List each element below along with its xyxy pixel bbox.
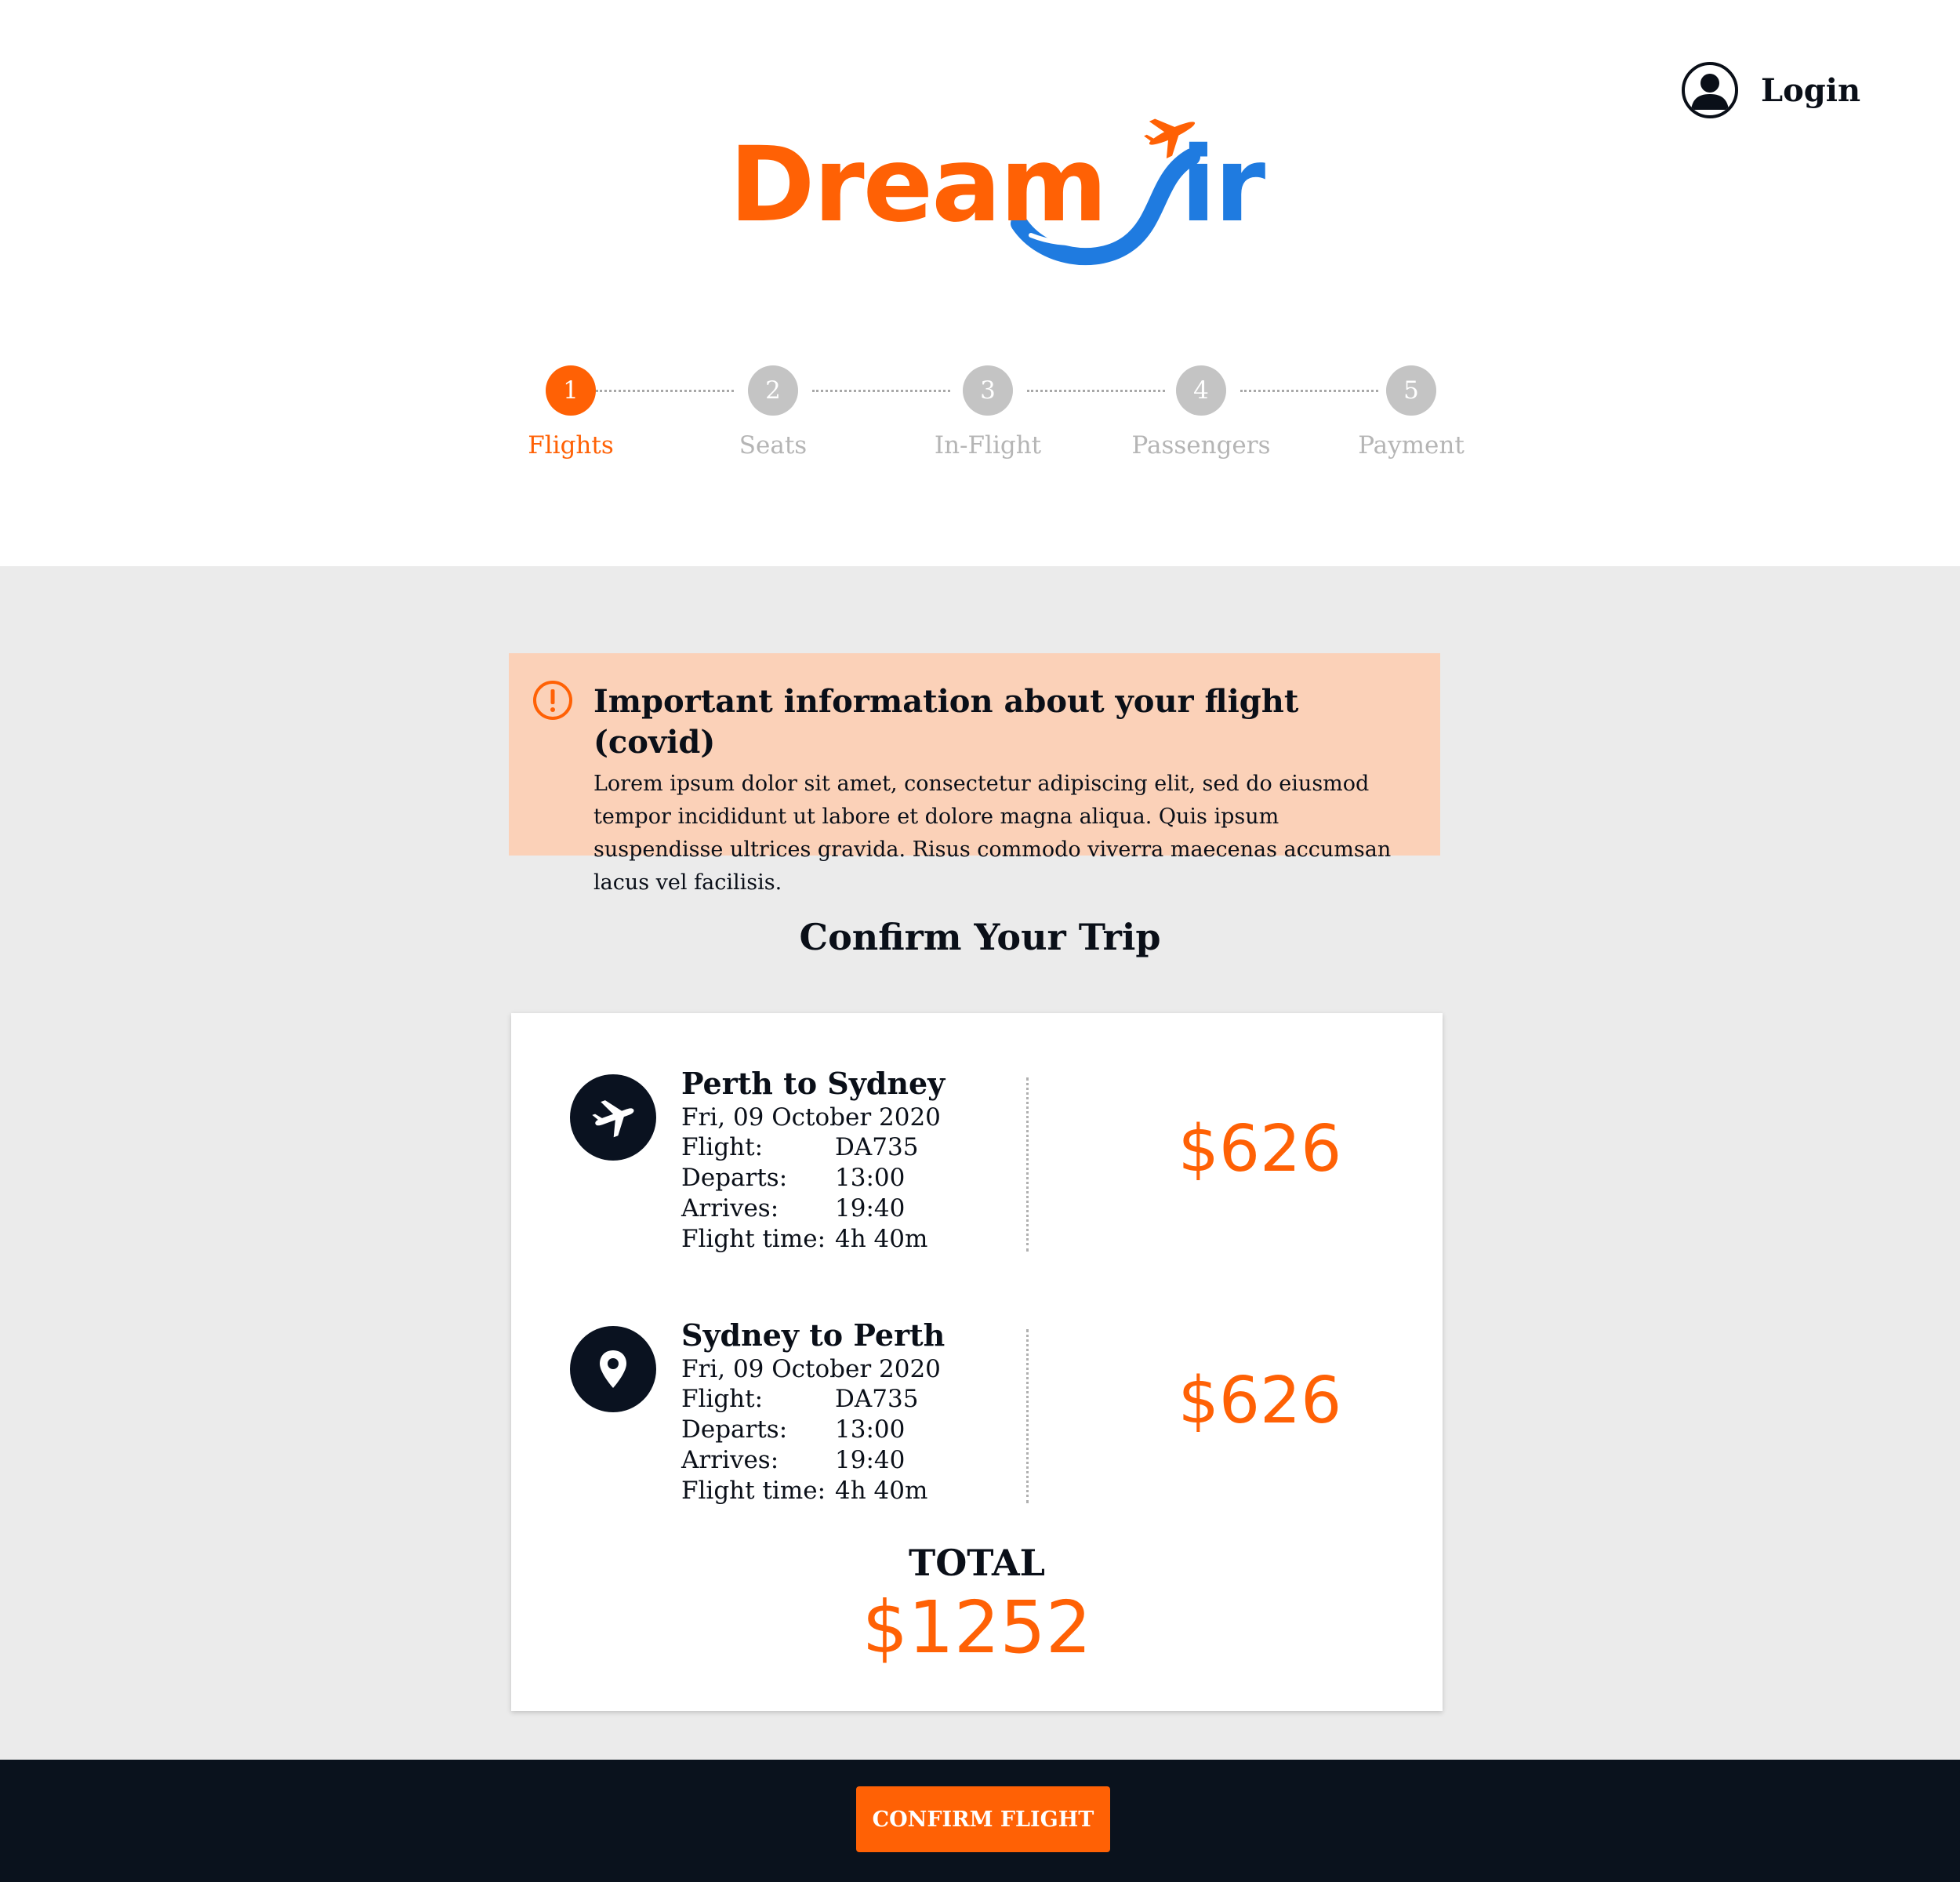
step-number: 4 — [1176, 365, 1226, 416]
confirm-flight-button[interactable]: CONFIRM FLIGHT — [856, 1786, 1110, 1852]
trip-summary-card: Perth to Sydney Fri, 09 October 2020 Fli… — [511, 1013, 1443, 1711]
footer-bar: CONFIRM FLIGHT — [0, 1760, 1960, 1882]
step-number: 2 — [748, 365, 798, 416]
trip-date: Fri, 09 October 2020 — [681, 1103, 941, 1132]
main-content: Important information about your flight … — [0, 566, 1960, 1760]
total-label: TOTAL — [908, 1542, 1046, 1584]
arrives-row: Arrives: 19:40 — [681, 1194, 906, 1223]
trip-divider — [1026, 1077, 1029, 1252]
trip-date: Fri, 09 October 2020 — [681, 1355, 941, 1383]
covid-alert: Important information about your flight … — [509, 653, 1440, 895]
step-in-flight[interactable]: 3 In-Flight — [902, 365, 1074, 460]
trip-return: Sydney to Perth Fri, 09 October 2020 Fli… — [511, 1317, 1443, 1505]
page-title: Confirm Your Trip — [799, 916, 1161, 958]
step-number: 5 — [1386, 365, 1436, 416]
step-label: Seats — [739, 431, 808, 460]
map-pin-icon — [570, 1326, 656, 1412]
user-avatar-icon — [1682, 62, 1738, 118]
login-label: Login — [1761, 71, 1861, 109]
logo-wordmark: Dream ir — [729, 125, 1265, 245]
departs-row: Departs: 13:00 — [681, 1164, 906, 1192]
step-label: Passengers — [1131, 431, 1271, 460]
trip-price: $626 — [1178, 1112, 1342, 1186]
step-number: 1 — [546, 365, 596, 416]
trip-details: Perth to Sydney Fri, 09 October 2020 Fli… — [681, 1065, 945, 1255]
step-seats[interactable]: 2 Seats — [687, 365, 859, 460]
flight-time-row: Flight time: 4h 40m — [681, 1225, 928, 1253]
flight-number-row: Flight: DA735 — [681, 1133, 919, 1161]
trip-details: Sydney to Perth Fri, 09 October 2020 Fli… — [681, 1317, 945, 1506]
alert-title: Important information about your flight … — [593, 683, 1299, 761]
step-label: Flights — [528, 431, 614, 460]
step-number: 3 — [963, 365, 1013, 416]
airplane-icon — [570, 1074, 656, 1161]
flight-time-row: Flight time: 4h 40m — [681, 1477, 928, 1505]
header: Login Dream ir 1 Flights 2 Seats 3 In-Fl… — [0, 0, 1960, 566]
step-payment[interactable]: 5 Payment — [1325, 365, 1497, 460]
login-button[interactable]: Login — [1681, 61, 1860, 119]
booking-stepper: 1 Flights 2 Seats 3 In-Flight 4 Passenge… — [502, 365, 1474, 467]
exclamation-circle-icon — [533, 681, 572, 720]
trip-divider — [1026, 1329, 1029, 1503]
step-label: Payment — [1358, 431, 1465, 460]
flight-number-row: Flight: DA735 — [681, 1385, 919, 1413]
departs-row: Departs: 13:00 — [681, 1415, 906, 1444]
step-label: In-Flight — [934, 431, 1042, 460]
dreamair-logo[interactable]: Dream ir — [721, 110, 1265, 274]
step-flights[interactable]: 1 Flights — [485, 365, 657, 460]
trip-outbound: Perth to Sydney Fri, 09 October 2020 Fli… — [511, 1065, 1443, 1253]
trip-route: Sydney to Perth — [681, 1317, 946, 1353]
step-passengers[interactable]: 4 Passengers — [1115, 365, 1287, 460]
arrives-row: Arrives: 19:40 — [681, 1446, 906, 1474]
page: Login Dream ir 1 Flights 2 Seats 3 In-Fl… — [0, 0, 1960, 1882]
trip-price: $626 — [1178, 1364, 1342, 1438]
alert-body: Lorem ipsum dolor sit amet, consectetur … — [593, 772, 1392, 895]
total-value: $1252 — [862, 1586, 1092, 1669]
trip-route: Perth to Sydney — [681, 1066, 946, 1101]
